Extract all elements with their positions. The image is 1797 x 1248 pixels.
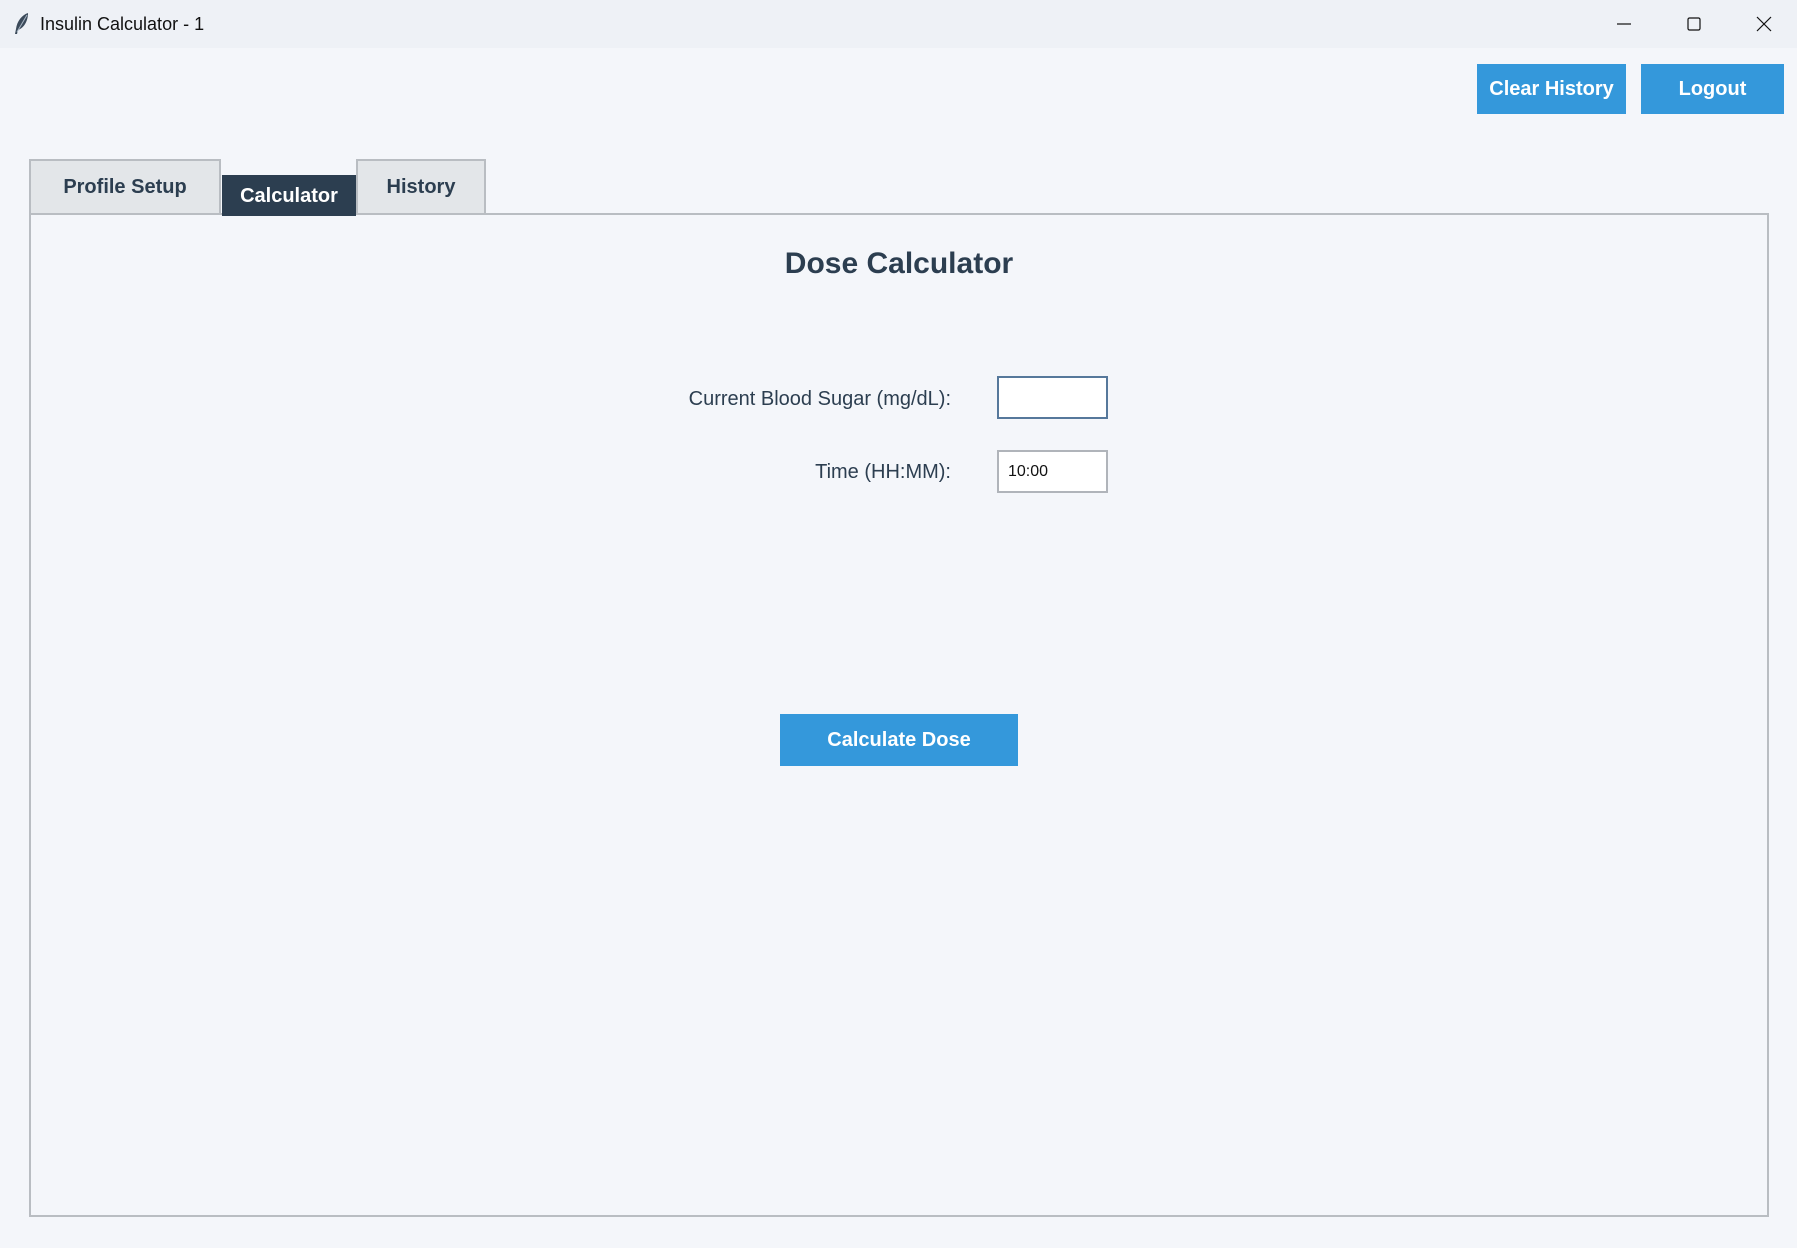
maximize-icon <box>1687 17 1701 31</box>
tab-profile-setup[interactable]: Profile Setup <box>29 159 221 214</box>
window-title: Insulin Calculator - 1 <box>40 14 205 34</box>
calculate-dose-button[interactable]: Calculate Dose <box>780 714 1018 766</box>
close-icon <box>1756 16 1772 32</box>
logout-button[interactable]: Logout <box>1641 64 1784 114</box>
close-button[interactable] <box>1730 0 1797 48</box>
tab-calculator[interactable]: Calculator <box>222 175 356 216</box>
blood-sugar-input[interactable] <box>997 376 1108 419</box>
minimize-button[interactable] <box>1590 0 1658 48</box>
calculator-panel: Dose Calculator Current Blood Sugar (mg/… <box>29 213 1769 1217</box>
time-input[interactable] <box>997 450 1108 493</box>
minimize-icon <box>1617 23 1631 25</box>
blood-sugar-label: Current Blood Sugar (mg/dL): <box>688 388 951 410</box>
time-label: Time (HH:MM): <box>815 461 951 483</box>
feather-icon <box>15 13 28 34</box>
page-title: Dose Calculator <box>784 247 1014 280</box>
maximize-button[interactable] <box>1660 0 1728 48</box>
tab-history[interactable]: History <box>356 159 486 214</box>
title-bar: Insulin Calculator - 1 <box>0 0 1797 48</box>
clear-history-button[interactable]: Clear History <box>1477 64 1626 114</box>
